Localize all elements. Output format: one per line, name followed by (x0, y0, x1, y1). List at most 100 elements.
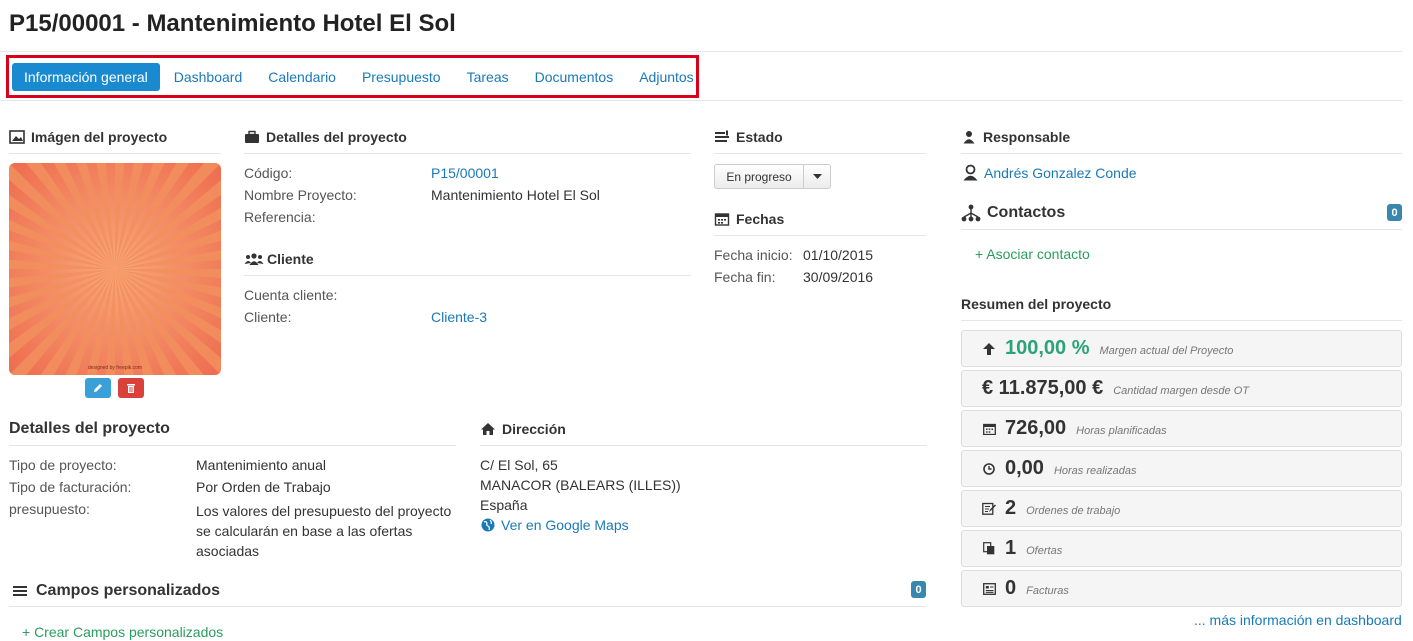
details-section-label: Detalles del proyecto (266, 129, 407, 145)
estado-dropdown[interactable]: En progreso (714, 164, 831, 189)
tab-adjuntos[interactable]: Adjuntos (627, 63, 705, 91)
user-avatar-icon (963, 164, 978, 181)
trash-icon (127, 383, 135, 393)
summary-value: 1 (1005, 537, 1017, 559)
google-maps-link[interactable]: Ver en Google Maps (501, 517, 629, 533)
summary-value: 2 (1005, 497, 1017, 519)
globe-icon (481, 518, 495, 532)
details-section-title: Detalles del proyecto (244, 129, 407, 145)
calendar-icon (714, 213, 730, 226)
tipo-facturacion-label: Tipo de facturación: (9, 479, 132, 495)
summary-horas-planificadas: 726,00 Horas planificadas (961, 410, 1402, 447)
responsable-link[interactable]: Andrés Gonzalez Conde (984, 165, 1137, 181)
nombre-label: Nombre Proyecto: (244, 187, 357, 203)
summary-desc: Horas realizadas (1053, 465, 1137, 477)
resumen-title: Resumen del proyecto (961, 296, 1112, 312)
asociar-contacto-link[interactable]: + Asociar contacto (975, 246, 1090, 262)
fechas-section-label: Fechas (736, 211, 785, 227)
more-info-dashboard-link[interactable]: ... más información en dashboard (1194, 612, 1402, 628)
divider (480, 445, 927, 446)
fecha-inicio-value: 01/10/2015 (803, 247, 874, 263)
divider (961, 229, 1402, 230)
tab-bar: Información general Dashboard Calendario… (6, 55, 699, 98)
maps-row: Ver en Google Maps (481, 517, 629, 533)
divider (244, 275, 691, 276)
summary-ofertas: 1 Ofertas (961, 530, 1402, 567)
files-icon (982, 542, 996, 556)
contactos-section-title: Contactos (961, 204, 1065, 222)
contactos-section-label: Contactos (987, 204, 1066, 221)
tab-tareas[interactable]: Tareas (455, 63, 521, 91)
fecha-inicio-label: Fecha inicio: (714, 247, 793, 263)
sitemap-icon (961, 204, 981, 222)
direccion-line1: C/ El Sol, 65 (480, 457, 558, 473)
summary-margen: 100,00 % Margen actual del Proyecto (961, 330, 1402, 367)
fecha-fin-value: 30/09/2016 (803, 269, 874, 285)
divider (9, 153, 221, 154)
cliente-label: Cliente: (244, 309, 292, 325)
summary-ordenes: 2 Ordenes de trabajo (961, 490, 1402, 527)
summary-value: 726,00 (1005, 417, 1067, 439)
tipo-proyecto-label: Tipo de proyecto: (9, 457, 117, 473)
divider (714, 153, 926, 154)
divider (961, 320, 1402, 321)
edit-image-button[interactable] (85, 378, 111, 398)
divider (9, 606, 926, 607)
tab-calendario[interactable]: Calendario (256, 63, 348, 91)
picture-icon (9, 130, 25, 144)
tipo-facturacion-value: Por Orden de Trabajo (196, 479, 331, 495)
cliente-section-title: Cliente (244, 251, 314, 267)
tab-presupuesto[interactable]: Presupuesto (350, 63, 453, 91)
pencil-icon (94, 384, 102, 392)
tasks-icon (715, 130, 729, 142)
image-section-label: Imágen del proyecto (31, 129, 168, 145)
summary-cantidad: € 11.875,00 € Cantidad margen desde OT (961, 370, 1402, 407)
divider (9, 445, 456, 446)
summary-facturas: 0 Facturas (961, 570, 1402, 607)
calendar-icon (982, 422, 996, 436)
image-section-title: Imágen del proyecto (9, 129, 167, 145)
summary-horas-realizadas: 0,00 Horas realizadas (961, 450, 1402, 487)
responsable-section-title: Responsable (961, 129, 1070, 145)
list-icon (13, 586, 27, 596)
crear-campos-link[interactable]: + Crear Campos personalizados (22, 624, 223, 640)
nombre-value: Mantenimiento Hotel El Sol (431, 187, 600, 203)
direccion-line2: MANACOR (BALEARS (ILLES)) (480, 477, 681, 493)
page-title: P15/00001 - Mantenimiento Hotel El Sol (9, 10, 456, 37)
summary-desc: Cantidad margen desde OT (1113, 385, 1249, 397)
delete-image-button[interactable] (118, 378, 144, 398)
estado-value: En progreso (715, 165, 804, 188)
divider (961, 153, 1402, 154)
direccion-section-title: Dirección (480, 421, 566, 437)
responsable-row: Andrés Gonzalez Conde (962, 164, 1137, 181)
tab-dashboard[interactable]: Dashboard (162, 63, 255, 91)
estado-section-label: Estado (736, 129, 783, 145)
summary-value: 0,00 (1005, 457, 1044, 479)
summary-desc: Ofertas (1026, 545, 1063, 557)
details2-title: Detalles del proyecto (9, 420, 170, 437)
fechas-section-title: Fechas (714, 211, 784, 227)
tipo-proyecto-value: Mantenimiento anual (196, 457, 326, 473)
divider (714, 235, 926, 236)
campos-section-label: Campos personalizados (36, 582, 221, 599)
tab-documentos[interactable]: Documentos (523, 63, 626, 91)
codigo-label: Código: (244, 165, 293, 181)
user-icon (963, 131, 975, 144)
summary-value: 100,00 % (1005, 337, 1090, 359)
referencia-label: Referencia: (244, 209, 316, 225)
users-icon (244, 253, 264, 265)
contactos-count-badge: 0 (1387, 204, 1402, 221)
cliente-link[interactable]: Cliente-3 (431, 309, 487, 325)
campos-count-badge: 0 (911, 581, 926, 598)
codigo-link[interactable]: P15/00001 (431, 165, 499, 181)
clock-icon (982, 462, 996, 476)
invoice-icon (982, 582, 996, 596)
summary-desc: Margen actual del Proyecto (1099, 345, 1234, 357)
divider (244, 153, 691, 154)
responsable-section-label: Responsable (983, 129, 1071, 145)
divider (0, 51, 1402, 52)
image-watermark: designed by freepik.com (88, 365, 142, 371)
tab-informacion-general[interactable]: Información general (12, 62, 160, 91)
home-icon (481, 423, 495, 435)
caret-down-icon[interactable] (804, 165, 830, 188)
